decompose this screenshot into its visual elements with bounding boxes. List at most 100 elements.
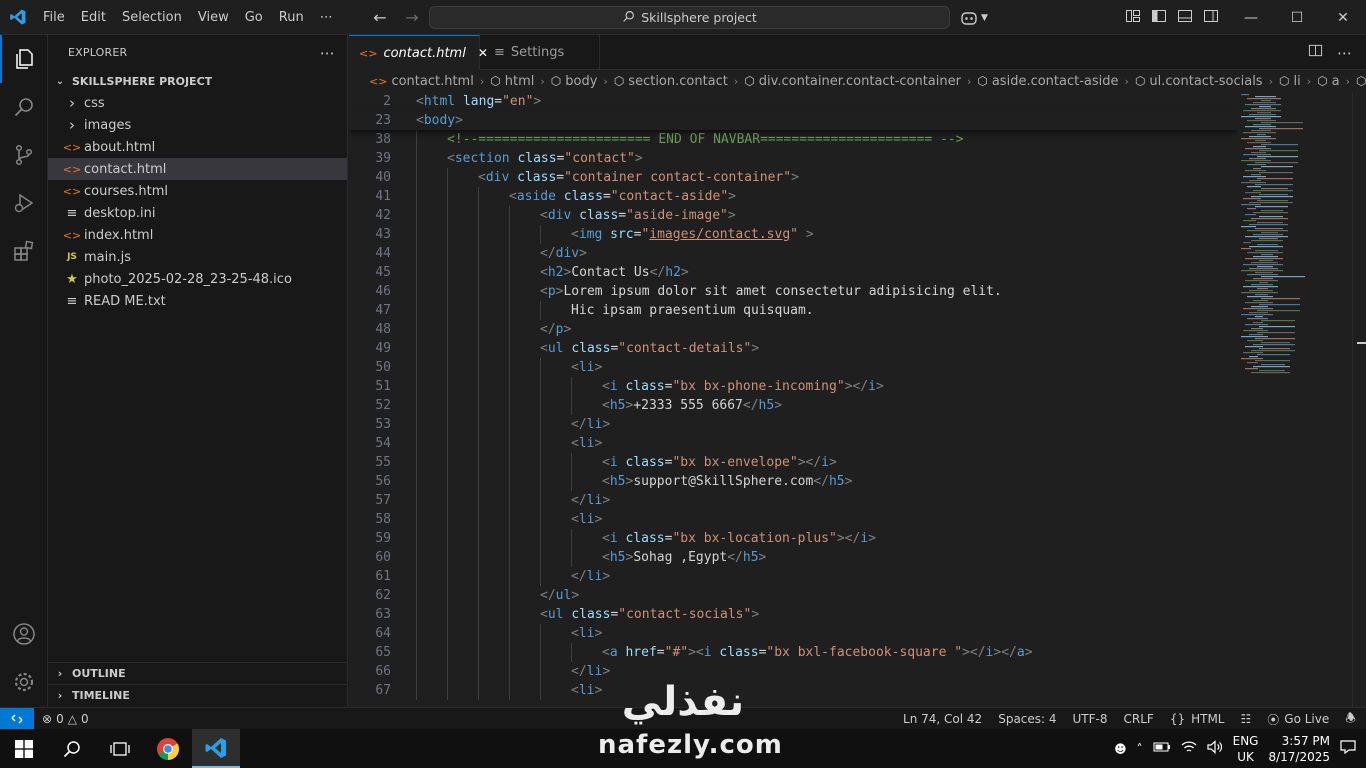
volume-icon[interactable] bbox=[1207, 740, 1223, 757]
toggle-secondary-sidebar-icon[interactable] bbox=[1203, 8, 1219, 28]
extensions-icon[interactable] bbox=[0, 227, 48, 275]
minimize-icon[interactable]: — bbox=[1228, 0, 1274, 35]
breadcrumb-item[interactable]: ⬡ body bbox=[551, 74, 598, 89]
menu-run[interactable]: Run bbox=[271, 0, 312, 35]
code-line[interactable]: 45 <h2>Contact Us</h2> bbox=[349, 263, 1237, 282]
battery-icon[interactable] bbox=[1153, 741, 1171, 756]
language-mode[interactable]: {} HTML bbox=[1170, 712, 1225, 726]
chrome-icon[interactable] bbox=[144, 729, 192, 768]
sticky-scroll-line[interactable]: 23 <body> bbox=[349, 111, 1237, 130]
code-line[interactable]: 44 </div> bbox=[349, 244, 1237, 263]
tree-item-folder[interactable]: › css bbox=[48, 92, 347, 114]
tree-item-file[interactable]: <> contact.html bbox=[48, 158, 347, 180]
problems-indicator[interactable]: ⊗ 0 △ 0 bbox=[34, 712, 89, 726]
people-icon[interactable]: ☻ bbox=[1114, 742, 1127, 756]
outline-section[interactable]: › OUTLINE bbox=[48, 662, 348, 684]
breadcrumb-item[interactable]: ⬡ ul.contact-socials bbox=[1135, 74, 1263, 89]
menu-selection[interactable]: Selection bbox=[114, 0, 190, 35]
tree-item-folder[interactable]: › images bbox=[48, 114, 347, 136]
menu-edit[interactable]: Edit bbox=[73, 0, 114, 35]
code-editor[interactable]: 2 <html lang="en"> 23 <body> 38 <!--=========… bbox=[349, 92, 1237, 707]
indentation[interactable]: Spaces: 4 bbox=[998, 712, 1056, 726]
code-line[interactable]: 63 <ul class="contact-socials"> bbox=[349, 605, 1237, 624]
timeline-section[interactable]: › TIMELINE bbox=[48, 684, 348, 706]
windows-start-icon[interactable] bbox=[0, 729, 48, 768]
code-line[interactable]: 54 <li> bbox=[349, 434, 1237, 453]
tree-item-file[interactable]: JS main.js bbox=[48, 246, 347, 268]
breadcrumb-item[interactable]: ⬡ aside.contact-aside bbox=[977, 74, 1118, 89]
code-line[interactable]: 42 <div class="aside-image"> bbox=[349, 206, 1237, 225]
toggle-primary-sidebar-icon[interactable] bbox=[1151, 8, 1167, 28]
code-line[interactable]: 48 </p> bbox=[349, 320, 1237, 339]
run-debug-icon[interactable] bbox=[0, 179, 48, 227]
editor-scrollbar[interactable] bbox=[1352, 92, 1366, 707]
split-editor-icon[interactable] bbox=[1308, 43, 1323, 62]
back-arrow-icon[interactable]: ← bbox=[368, 6, 392, 30]
cursor-position[interactable]: Ln 74, Col 42 bbox=[903, 712, 982, 726]
code-line[interactable]: 43 <img src="images/contact.svg" > bbox=[349, 225, 1237, 244]
code-line[interactable]: 62 </ul> bbox=[349, 586, 1237, 605]
toggle-panel-icon[interactable] bbox=[1177, 8, 1193, 28]
vscode-logo-icon[interactable] bbox=[0, 0, 35, 35]
tree-item-file[interactable]: <> index.html bbox=[48, 224, 347, 246]
code-line[interactable]: 59 <i class="bx bx-location-plus"></i> bbox=[349, 529, 1237, 548]
code-line[interactable]: 55 <i class="bx bx-envelope"></i> bbox=[349, 453, 1237, 472]
breadcrumb-item[interactable]: ⬡ a bbox=[1317, 74, 1339, 89]
go-live[interactable]: ⦿ Go Live bbox=[1267, 711, 1329, 728]
minimap[interactable] bbox=[1237, 92, 1352, 707]
tree-item-file[interactable]: ≡ desktop.ini bbox=[48, 202, 347, 224]
code-line[interactable]: 61 </li> bbox=[349, 567, 1237, 586]
code-line[interactable]: 67 <li> bbox=[349, 681, 1237, 700]
code-line[interactable]: 46 <p>Lorem ipsum dolor sit amet consecte… bbox=[349, 282, 1237, 301]
sticky-scroll-line[interactable]: 2 <html lang="en"> bbox=[349, 92, 1237, 111]
tab-settings[interactable]: ≡ Settings bbox=[480, 35, 600, 70]
code-line[interactable]: 53 </li> bbox=[349, 415, 1237, 434]
code-line[interactable]: 41 <aside class="contact-aside"> bbox=[349, 187, 1237, 206]
notifications-bell-icon[interactable]: 🕭 bbox=[1345, 709, 1356, 730]
source-control-icon[interactable] bbox=[0, 131, 48, 179]
remote-indicator-icon[interactable] bbox=[0, 707, 34, 730]
explorer-more-icon[interactable]: ⋯ bbox=[320, 44, 335, 62]
code-line[interactable]: 38 <!--====================== END OF NAVB… bbox=[349, 130, 1237, 149]
copilot-status-icon[interactable]: ☷ bbox=[1241, 712, 1252, 726]
wifi-icon[interactable] bbox=[1181, 740, 1197, 757]
more-actions-icon[interactable]: ⋯ bbox=[1337, 44, 1352, 62]
tree-item-file[interactable]: ≡ READ ME.txt bbox=[48, 290, 347, 312]
forward-arrow-icon[interactable]: → bbox=[400, 6, 424, 30]
code-line[interactable]: 56 <h5>support@SkillSphere.com</h5> bbox=[349, 472, 1237, 491]
command-center-search[interactable]: Skillsphere project bbox=[429, 6, 950, 29]
action-center-icon[interactable] bbox=[1340, 740, 1356, 757]
search-sidebar-icon[interactable] bbox=[0, 83, 48, 131]
breadcrumb-item[interactable]: ⬡ section.contact bbox=[614, 74, 728, 89]
maximize-icon[interactable]: ☐ bbox=[1274, 0, 1320, 35]
vscode-taskbar-icon[interactable] bbox=[192, 729, 240, 768]
encoding[interactable]: UTF-8 bbox=[1073, 712, 1108, 726]
tree-item-file[interactable]: <> about.html bbox=[48, 136, 347, 158]
scrollbar-thumb[interactable] bbox=[1357, 342, 1366, 344]
code-line[interactable]: 64 <li> bbox=[349, 624, 1237, 643]
customize-layout-icon[interactable] bbox=[1125, 8, 1141, 28]
breadcrumb-item[interactable]: ⬡ html bbox=[490, 74, 534, 89]
code-line[interactable]: 49 <ul class="contact-details"> bbox=[349, 339, 1237, 358]
explorer-icon[interactable] bbox=[0, 35, 48, 83]
menu-go[interactable]: Go bbox=[237, 0, 271, 35]
code-line[interactable]: 40 <div class="container contact-containe… bbox=[349, 168, 1237, 187]
breadcrumb-item[interactable]: ⬡i.bx.bxl-lin bbox=[1356, 74, 1366, 89]
tab-contact-html[interactable]: <> contact.html ✕ bbox=[349, 35, 488, 70]
close-window-icon[interactable]: ✕ bbox=[1320, 0, 1366, 35]
breadcrumb-item[interactable]: ⬡ li bbox=[1279, 74, 1301, 89]
manage-gear-icon[interactable] bbox=[0, 658, 48, 706]
breadcrumb-item[interactable]: ⬡ div.container.contact-container bbox=[744, 74, 961, 89]
code-line[interactable]: 65 <a href="#"><i class="bx bxl-facebook-… bbox=[349, 643, 1237, 662]
copilot-icon[interactable]: ▼ bbox=[960, 10, 988, 26]
code-line[interactable]: 39 <section class="contact"> bbox=[349, 149, 1237, 168]
tree-item-file[interactable]: <> courses.html bbox=[48, 180, 347, 202]
project-folder-header[interactable]: ⌄ SKILLSPHERE PROJECT bbox=[48, 70, 347, 92]
code-line[interactable]: 52 <h5>+2333 555 6667</h5> bbox=[349, 396, 1237, 415]
code-line[interactable]: 50 <li> bbox=[349, 358, 1237, 377]
input-language[interactable]: ENG UK bbox=[1233, 733, 1259, 765]
code-line[interactable]: 57 </li> bbox=[349, 491, 1237, 510]
taskbar-search-icon[interactable] bbox=[48, 729, 96, 768]
chevron-up-icon[interactable]: ˄ bbox=[1137, 742, 1143, 756]
code-line[interactable]: 51 <i class="bx bx-phone-incoming"></i> bbox=[349, 377, 1237, 396]
